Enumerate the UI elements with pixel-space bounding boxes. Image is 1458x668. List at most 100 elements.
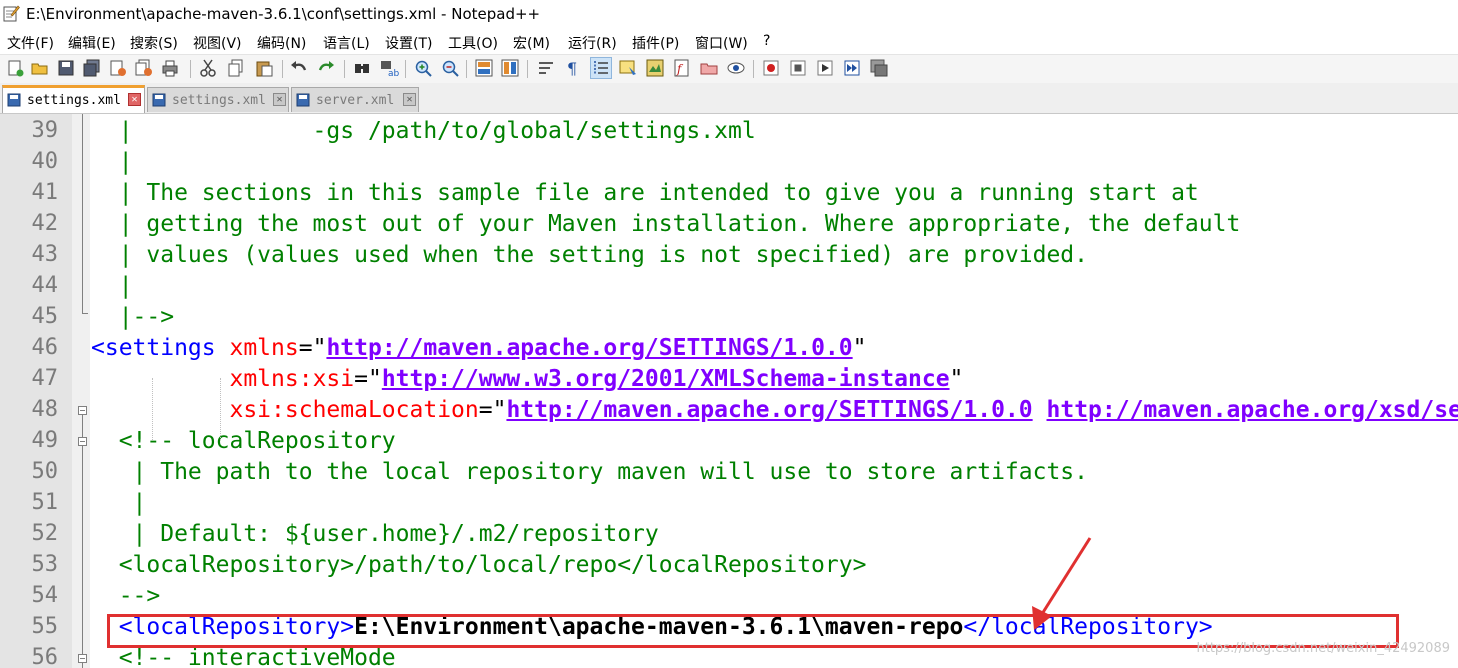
code-token: | The path to the local repository maven… [91, 459, 1088, 485]
code-line[interactable]: 48 xsi:schemaLocation="http://maven.apac… [0, 395, 1458, 426]
replace-icon[interactable]: ab [379, 58, 399, 78]
line-number: 39 [31, 118, 59, 143]
toolbar-separator [466, 60, 467, 78]
code-line[interactable]: 46 <settings xmlns="http://maven.apache.o… [0, 333, 1458, 364]
line-number: 48 [31, 397, 59, 422]
save-macro-icon[interactable] [869, 58, 889, 78]
zoom-in-icon[interactable] [413, 58, 433, 78]
run-multiple-icon[interactable] [842, 58, 862, 78]
tab-settings-xml-active[interactable]: settings.xml ✕ [2, 85, 145, 113]
print-icon[interactable] [160, 58, 180, 78]
tab-settings-xml[interactable]: settings.xml ✕ [147, 87, 289, 112]
menu-encoding[interactable]: 编码(N) [257, 33, 306, 53]
code-line[interactable]: 53 <localRepository>/path/to/local/repo<… [0, 550, 1458, 581]
user-language-icon[interactable] [618, 58, 638, 78]
title-bar: E:\Environment\apache-maven-3.6.1\conf\s… [0, 0, 1458, 30]
stop-recording-icon[interactable] [788, 58, 808, 78]
menu-help[interactable]: ? [763, 33, 770, 49]
menu-run[interactable]: 运行(R) [568, 33, 617, 53]
tab-bar: settings.xml ✕ settings.xml ✕ server.xml… [0, 83, 1458, 114]
copy-icon[interactable] [226, 58, 246, 78]
code-line[interactable]: 51 | [0, 488, 1458, 519]
paste-icon[interactable] [254, 58, 274, 78]
toolbar-separator [344, 60, 345, 78]
code-line[interactable]: 52 | Default: ${user.home}/.m2/repositor… [0, 519, 1458, 550]
line-number: 55 [31, 614, 59, 639]
menu-language[interactable]: 语言(L) [323, 33, 370, 53]
close-tab-icon[interactable]: ✕ [403, 93, 416, 106]
menu-settings[interactable]: 设置(T) [385, 33, 432, 53]
saved-file-icon [296, 93, 310, 107]
code-token: | getting the most out of your Maven ins… [91, 211, 1241, 237]
code-text: | getting the most out of your Maven ins… [91, 211, 1241, 237]
line-number: 54 [31, 583, 59, 608]
line-number: 53 [31, 552, 59, 577]
code-line[interactable]: 39 | -gs /path/to/global/settings.xml [0, 116, 1458, 147]
function-list-icon[interactable]: f [672, 58, 692, 78]
line-number: 51 [31, 490, 59, 515]
new-file-icon[interactable] [5, 58, 25, 78]
menu-search[interactable]: 搜索(S) [130, 33, 178, 53]
code-token: | -gs /path/to/global/settings.xml [91, 118, 756, 144]
word-wrap-icon[interactable] [536, 58, 556, 78]
toolbar-separator [753, 60, 754, 78]
fold-collapse-icon[interactable] [78, 654, 87, 663]
code-text: <settings xmlns="http://maven.apache.org… [91, 335, 867, 361]
code-line[interactable]: 43 | values (values used when the settin… [0, 240, 1458, 271]
playback-icon[interactable] [815, 58, 835, 78]
code-line[interactable]: 40 | [0, 147, 1458, 178]
fold-line [82, 313, 88, 314]
document-map-icon[interactable] [645, 58, 665, 78]
code-line[interactable]: 47 xmlns:xsi="http://www.w3.org/2001/XML… [0, 364, 1458, 395]
fold-collapse-icon[interactable] [78, 437, 87, 446]
fold-line [82, 446, 83, 668]
code-text: --> [91, 583, 161, 609]
menu-window[interactable]: 窗口(W) [695, 33, 748, 53]
code-line[interactable]: 42 | getting the most out of your Maven … [0, 209, 1458, 240]
show-all-characters-icon[interactable]: ¶ [563, 58, 583, 78]
code-line[interactable]: 45 |--> [0, 302, 1458, 333]
code-line[interactable]: 54 --> [0, 581, 1458, 612]
close-tab-icon[interactable]: ✕ [273, 93, 286, 106]
menu-tools[interactable]: 工具(O) [448, 33, 498, 53]
close-file-icon[interactable] [108, 58, 128, 78]
tab-server-xml[interactable]: server.xml ✕ [291, 87, 419, 112]
code-line[interactable]: 44 | [0, 271, 1458, 302]
open-file-icon[interactable] [30, 58, 50, 78]
fold-collapse-icon[interactable] [78, 406, 87, 415]
code-editor[interactable]: 39 | -gs /path/to/global/settings.xml 40 … [0, 114, 1458, 668]
monitoring-icon[interactable] [726, 58, 746, 78]
menu-file[interactable]: 文件(F) [7, 33, 54, 53]
sync-horizontal-icon[interactable] [500, 58, 520, 78]
indent-guide [220, 378, 222, 440]
menu-plugins[interactable]: 插件(P) [632, 33, 679, 53]
save-icon[interactable] [56, 58, 76, 78]
code-line[interactable]: 49 <!-- localRepository [0, 426, 1458, 457]
find-icon[interactable] [352, 58, 372, 78]
menu-view[interactable]: 视图(V) [193, 33, 242, 53]
menu-edit[interactable]: 编辑(E) [68, 33, 116, 53]
toolbar-separator [527, 60, 528, 78]
code-text: | The sections in this sample file are i… [91, 180, 1199, 206]
close-tab-icon[interactable]: ✕ [128, 93, 141, 106]
menu-macro[interactable]: 宏(M) [513, 33, 550, 53]
code-line[interactable]: 50 | The path to the local repository ma… [0, 457, 1458, 488]
record-macro-icon[interactable] [761, 58, 781, 78]
redo-icon[interactable] [316, 58, 336, 78]
code-line[interactable]: 41 | The sections in this sample file ar… [0, 178, 1458, 209]
line-number: 42 [31, 211, 59, 236]
toolbar-separator [190, 60, 191, 78]
code-token: <!-- interactiveMode [91, 645, 396, 668]
code-token: <!-- localRepository [91, 428, 396, 454]
zoom-out-icon[interactable] [440, 58, 460, 78]
indent-guide-icon[interactable] [591, 58, 611, 78]
close-all-icon[interactable] [134, 58, 154, 78]
tab-label: settings.xml [27, 93, 121, 108]
undo-icon[interactable] [289, 58, 309, 78]
code-token: " [949, 366, 964, 392]
cut-icon[interactable] [198, 58, 218, 78]
sync-vertical-icon[interactable] [474, 58, 494, 78]
line-number: 40 [31, 149, 59, 174]
folder-workspace-icon[interactable] [699, 58, 719, 78]
save-all-icon[interactable] [82, 58, 102, 78]
